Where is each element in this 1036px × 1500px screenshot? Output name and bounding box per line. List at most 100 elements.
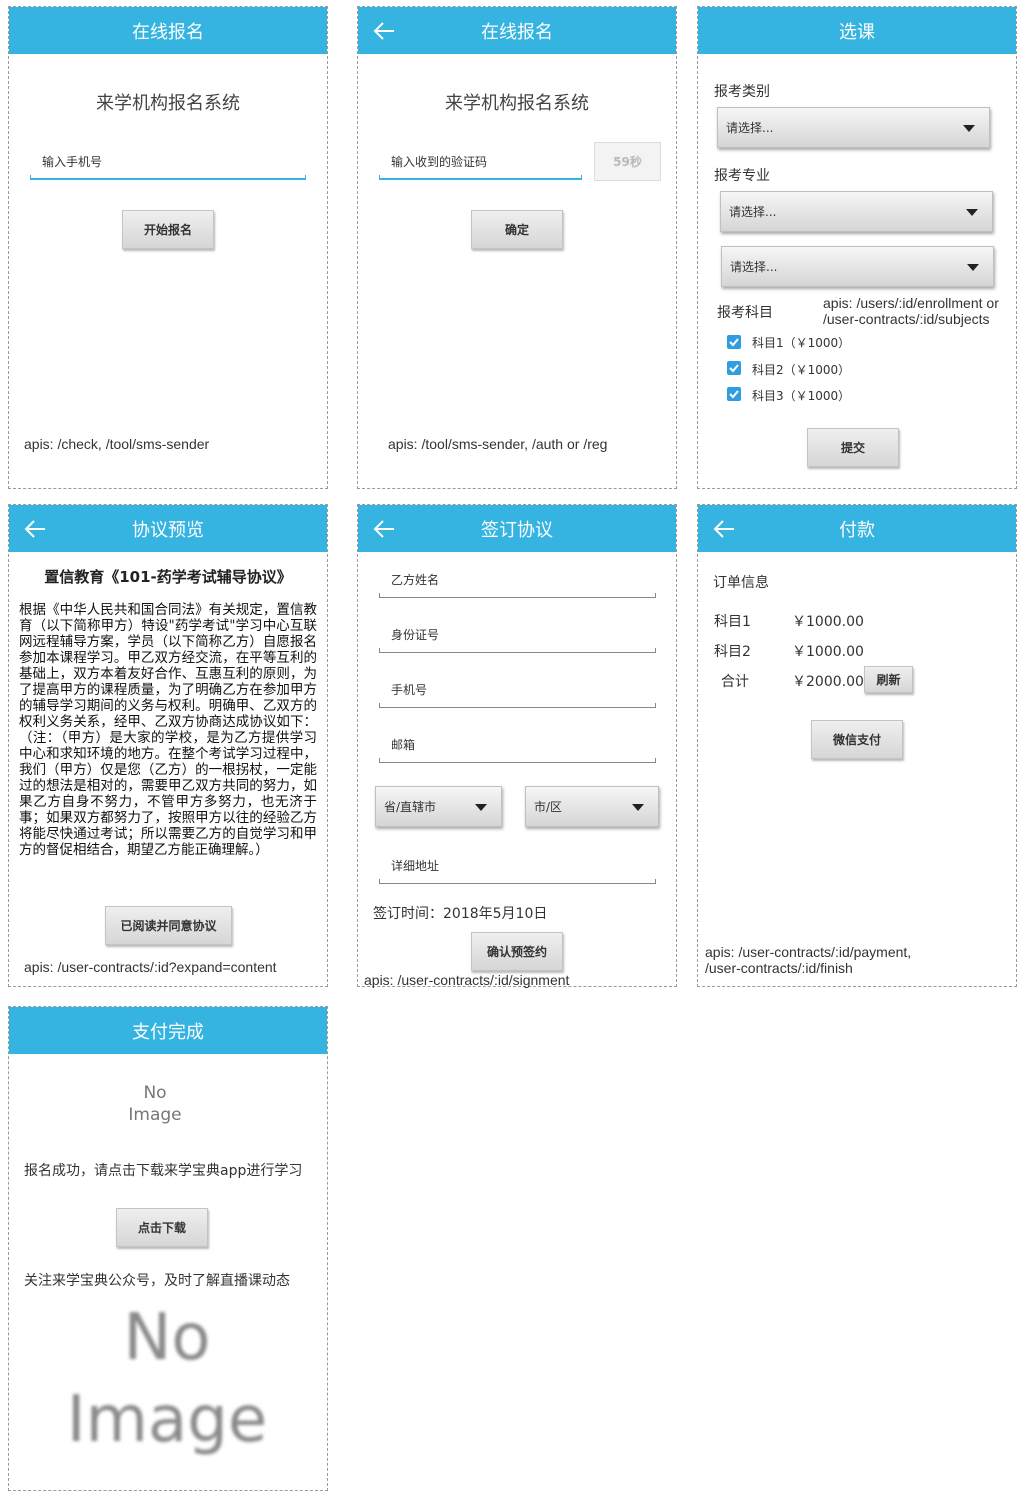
api-note: apis: /user-contracts/:id?expand=content (24, 959, 277, 975)
api-note-line2: /user-contracts/:id/finish (705, 960, 853, 976)
screen-payment: 付款 订单信息 科目1 ￥1000.00 科目2 ￥1000.00 合计 ￥20… (697, 504, 1017, 987)
phone-underline (379, 703, 656, 708)
header-title: 在线报名 (132, 21, 204, 43)
order-info-label: 订单信息 (713, 575, 769, 591)
placeholder-text-line1: No (143, 1083, 167, 1103)
placeholder-text-line1: No (123, 1301, 211, 1375)
order-row-amount-1: ￥1000.00 (792, 614, 864, 630)
follow-text: 关注来学宝典公众号，及时了解直播课动态 (24, 1273, 290, 1289)
back-arrow-icon[interactable] (370, 515, 398, 543)
select-value: 市/区 (534, 800, 563, 814)
confirm-button[interactable]: 确定 (471, 210, 563, 249)
success-text: 报名成功，请点击下载来学宝典app进行学习 (24, 1163, 303, 1179)
agree-button[interactable]: 已阅读并同意协议 (105, 906, 232, 945)
header-bar: 付款 (698, 505, 1016, 552)
province-select[interactable]: 省/直辖市 (375, 786, 502, 827)
phone-input[interactable]: 输入手机号 (42, 153, 102, 170)
address-underline (379, 879, 656, 884)
resend-countdown-button[interactable]: 59秒 (594, 142, 661, 181)
total-label: 合计 (721, 674, 749, 690)
select-value: 请选择... (726, 121, 774, 135)
confirm-presign-button[interactable]: 确认预签约 (471, 932, 563, 971)
caret-down-icon (967, 263, 979, 271)
header-bar: 在线报名 (9, 7, 327, 54)
phone-input[interactable]: 手机号 (391, 681, 427, 698)
agreement-body: 根据《中华人民共和国合同法》有关规定，置信教育（以下简称甲方）特设"药学考试"学… (19, 602, 317, 858)
app-logo-placeholder: No Image (109, 1082, 201, 1126)
city-select[interactable]: 市/区 (525, 786, 659, 827)
email-input[interactable]: 邮箱 (391, 736, 415, 753)
api-note-line1: apis: /users/:id/enrollment or (823, 295, 999, 311)
subject-checkbox-2[interactable] (727, 361, 741, 375)
screen-agreement-preview: 协议预览 置信教育《101-药学考试辅导协议》 根据《中华人民共和国合同法》有关… (8, 504, 328, 987)
api-note-line1: apis: /user-contracts/:id/payment, (705, 944, 912, 960)
placeholder-text-line2: Image (128, 1105, 182, 1125)
header-bar: 签订协议 (358, 505, 676, 552)
qr-code-placeholder: No Image (29, 1297, 305, 1461)
select-value: 请选择... (729, 205, 777, 219)
name-input[interactable]: 乙方姓名 (391, 571, 439, 588)
wechat-pay-button[interactable]: 微信支付 (811, 720, 903, 759)
start-enroll-button[interactable]: 开始报名 (122, 210, 214, 249)
back-arrow-icon[interactable] (370, 17, 398, 45)
checkmark-icon (729, 390, 739, 399)
caret-down-icon (966, 208, 978, 216)
category-label: 报考类别 (714, 84, 770, 100)
total-amount: ￥2000.00 (792, 674, 864, 690)
order-row-amount-2: ￥1000.00 (792, 644, 864, 660)
submit-button[interactable]: 提交 (807, 428, 899, 467)
api-note: apis: /check, /tool/sms-sender (24, 436, 210, 452)
placeholder-text-line2: Image (66, 1383, 268, 1457)
name-underline (379, 593, 656, 598)
subjects-label: 报考科目 (717, 305, 773, 321)
caret-down-icon (632, 803, 644, 811)
api-note-line2: /user-contracts/:id/subjects (823, 311, 990, 327)
agreement-title: 置信教育《101-药学考试辅导协议》 (44, 568, 292, 586)
system-title: 来学机构报名系统 (96, 93, 240, 114)
select-value: 请选择... (730, 260, 778, 274)
phone-input-underline (30, 175, 306, 180)
major-select-1[interactable]: 请选择... (720, 191, 993, 232)
order-row-label-1: 科目1 (714, 614, 751, 630)
header-title: 协议预览 (132, 519, 204, 541)
screen-verify-code: 在线报名 来学机构报名系统 输入收到的验证码 59秒 确定 apis: /too… (357, 6, 677, 489)
subject-label-2: 科目2（￥1000） (752, 363, 851, 377)
header-title: 在线报名 (481, 21, 553, 43)
header-title: 选课 (839, 21, 875, 43)
header-bar: 选课 (698, 7, 1016, 54)
screen-phone-entry: 在线报名 来学机构报名系统 输入手机号 开始报名 apis: /check, /… (8, 6, 328, 489)
api-note: apis: /tool/sms-sender, /auth or /reg (388, 436, 608, 452)
screen-course-select: 选课 报考类别 请选择... 报考专业 请选择... 请选择... 报考科目 a… (697, 6, 1017, 489)
subject-label-3: 科目3（￥1000） (752, 389, 851, 403)
header-bar: 支付完成 (9, 1007, 327, 1054)
caret-down-icon (963, 124, 975, 132)
subject-checkbox-1[interactable] (727, 335, 741, 349)
caret-down-icon (475, 803, 487, 811)
checkmark-icon (729, 364, 739, 373)
header-title: 签订协议 (481, 519, 553, 541)
major-select-2[interactable]: 请选择... (721, 246, 994, 287)
back-arrow-icon[interactable] (21, 515, 49, 543)
id-number-input[interactable]: 身份证号 (391, 626, 439, 643)
category-select[interactable]: 请选择... (717, 107, 990, 148)
code-input[interactable]: 输入收到的验证码 (391, 153, 487, 170)
order-row-label-2: 科目2 (714, 644, 751, 660)
code-input-underline (379, 175, 582, 180)
address-input[interactable]: 详细地址 (391, 857, 439, 874)
screen-payment-complete: 支付完成 No Image 报名成功，请点击下载来学宝典app进行学习 点击下载… (8, 1006, 328, 1491)
subject-checkbox-3[interactable] (727, 387, 741, 401)
refresh-button[interactable]: 刷新 (864, 666, 913, 693)
id-number-underline (379, 648, 656, 653)
header-bar: 协议预览 (9, 505, 327, 552)
select-value: 省/直辖市 (384, 800, 437, 814)
back-arrow-icon[interactable] (710, 515, 738, 543)
header-bar: 在线报名 (358, 7, 676, 54)
checkmark-icon (729, 338, 739, 347)
api-note: apis: /user-contracts/:id/signment (364, 972, 570, 988)
system-title: 来学机构报名系统 (445, 93, 589, 114)
download-button[interactable]: 点击下载 (116, 1208, 208, 1247)
email-underline (379, 758, 656, 763)
sign-time: 签订时间：2018年5月10日 (373, 906, 548, 922)
screen-sign-agreement: 签订协议 乙方姓名 身份证号 手机号 邮箱 省/直辖市 市/区 详细地址 签订时… (357, 504, 677, 988)
header-title: 支付完成 (132, 1021, 204, 1043)
